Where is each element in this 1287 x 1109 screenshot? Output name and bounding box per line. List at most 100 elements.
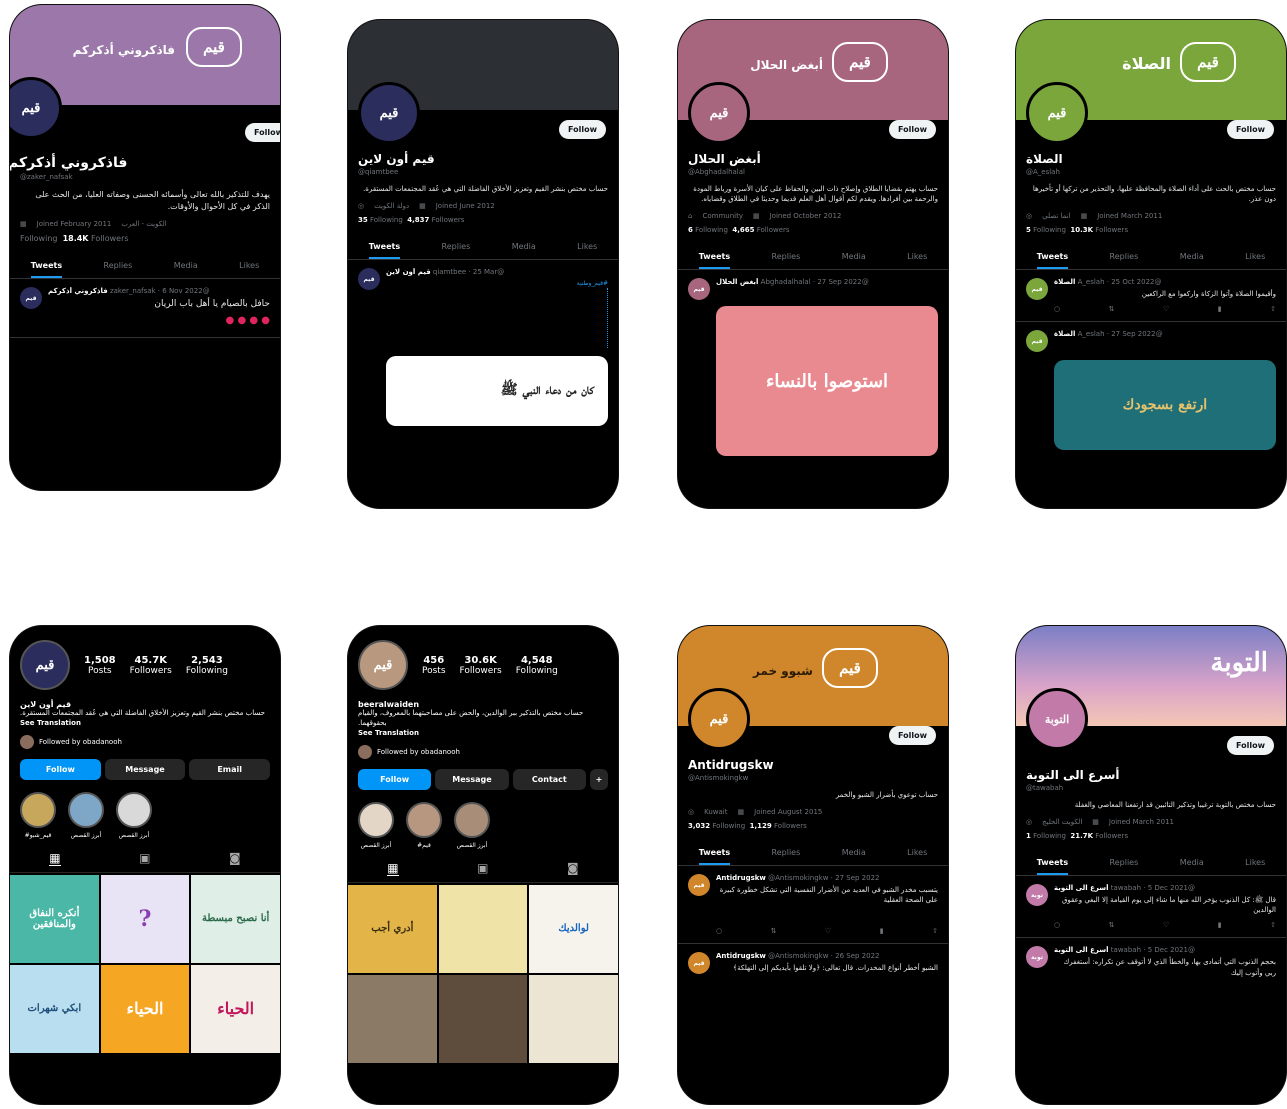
tweet-avatar: قيم bbox=[1026, 330, 1048, 353]
views-icon[interactable]: ▮ bbox=[880, 927, 884, 935]
tweet-item[interactable]: قيم @zaker_nafsak · 6 Nov 2022 فاذكروني … bbox=[10, 279, 280, 338]
banner-text: شبوو خمر bbox=[752, 664, 813, 678]
highlight-item[interactable]: #قيم bbox=[406, 801, 442, 849]
share-icon[interactable]: ⇧ bbox=[1270, 921, 1276, 929]
retweet-icon[interactable]: ⇅ bbox=[1109, 305, 1115, 313]
tab-replies[interactable]: Replies bbox=[1110, 246, 1139, 269]
tab-media[interactable]: Media bbox=[512, 236, 536, 259]
tweet-item[interactable]: توبة @tawabah · 5 Dec 2021 أسرع الى التو… bbox=[1016, 938, 1286, 985]
profile-bio: يهدف للتذكير بالله تعالى وأسمائه الحسنى … bbox=[35, 190, 270, 211]
email-button[interactable]: Email bbox=[189, 758, 271, 780]
tab-tweets[interactable]: Tweets bbox=[30, 255, 63, 279]
post-thumbnail[interactable]: ابكي شهرات bbox=[10, 964, 99, 1053]
tab-media[interactable]: Media bbox=[842, 246, 866, 269]
tweet-item[interactable]: قيم @Abghadalhalal · 27 Sep 2022 أبغض ال… bbox=[678, 270, 948, 464]
tab-replies[interactable]: Replies bbox=[772, 842, 801, 865]
profile-meta: ◎ دولة الكويت ▦ Joined June 2012 bbox=[358, 202, 608, 210]
share-icon[interactable]: ⇧ bbox=[932, 927, 938, 935]
reply-icon[interactable]: ○ bbox=[716, 927, 722, 935]
tweet-actions: ○ ⇅ ♡ ▮ ⇧ bbox=[716, 927, 938, 935]
views-icon[interactable]: ▮ bbox=[1218, 921, 1222, 929]
post-thumbnail[interactable]: أنكره النفاق والمنافقين bbox=[10, 874, 99, 963]
tab-likes[interactable]: Likes bbox=[907, 246, 927, 269]
post-thumbnail[interactable] bbox=[348, 974, 437, 1063]
tab-likes[interactable]: Likes bbox=[907, 842, 927, 865]
reels-icon[interactable]: ▣ bbox=[477, 861, 488, 876]
post-thumbnail[interactable]: الحياء bbox=[191, 964, 280, 1053]
reply-icon[interactable]: ○ bbox=[1054, 921, 1060, 929]
tweet-item[interactable]: قيم Antidrugskw @Antismokingkw · 26 Sep … bbox=[678, 944, 948, 982]
tweet-item[interactable]: قيم @A_eslah · 25 Oct 2022 الصلاة وأقيمو… bbox=[1016, 270, 1286, 323]
tab-replies[interactable]: Replies bbox=[1110, 852, 1139, 875]
reels-icon[interactable]: ▣ bbox=[139, 851, 150, 866]
highlight-item[interactable]: أبرز القصص bbox=[454, 801, 490, 849]
story-highlights: أبرز القصص #قيم أبرز القصص bbox=[358, 801, 608, 849]
post-thumbnail[interactable] bbox=[438, 974, 528, 1063]
tweet-avatar: قيم bbox=[688, 952, 710, 975]
tab-replies[interactable]: Replies bbox=[104, 255, 133, 278]
grid-icon[interactable]: ▦ bbox=[387, 861, 399, 876]
tab-likes[interactable]: Likes bbox=[239, 255, 259, 278]
heart-icon: ● ● ● ● bbox=[225, 315, 270, 327]
message-button[interactable]: Message bbox=[104, 758, 186, 780]
post-thumbnail[interactable]: أنا نصبح مبسطة bbox=[191, 874, 280, 963]
follow-button[interactable]: Follow bbox=[358, 768, 432, 790]
post-thumbnail[interactable]: ? bbox=[100, 874, 190, 963]
tab-tweets[interactable]: Tweets bbox=[698, 842, 731, 866]
reply-icon[interactable]: ○ bbox=[1054, 305, 1060, 313]
tab-media[interactable]: Media bbox=[1180, 246, 1204, 269]
views-icon[interactable]: ▮ bbox=[1218, 305, 1222, 313]
post-thumbnail[interactable]: أدري أجب bbox=[348, 884, 437, 973]
see-translation-link[interactable]: See Translation bbox=[20, 719, 270, 727]
tab-likes[interactable]: Likes bbox=[1245, 246, 1265, 269]
like-icon[interactable]: ♡ bbox=[1163, 305, 1169, 313]
highlight-item[interactable]: أبرز القصص bbox=[358, 801, 394, 849]
share-icon[interactable]: ⇧ bbox=[1270, 305, 1276, 313]
like-icon[interactable]: ♡ bbox=[1163, 921, 1169, 929]
profile-handle: @zaker_nafsak bbox=[20, 173, 73, 181]
tweet-media[interactable]: استوصوا بالنساء bbox=[716, 306, 938, 457]
tab-replies[interactable]: Replies bbox=[772, 246, 801, 269]
see-translation-link[interactable]: See Translation bbox=[358, 729, 608, 737]
post-thumbnail[interactable] bbox=[438, 884, 528, 973]
tab-replies[interactable]: Replies bbox=[442, 236, 471, 259]
add-user-icon[interactable]: + bbox=[589, 768, 608, 790]
tagged-icon[interactable]: ◙ bbox=[229, 851, 241, 866]
follow-button[interactable]: Follow bbox=[20, 758, 101, 780]
retweet-icon[interactable]: ⇅ bbox=[771, 927, 777, 935]
tweet-text: الشبو أخطر أنواع المخدرات. قال تعالى: ﴿و… bbox=[733, 964, 938, 973]
post-thumbnail[interactable]: لوالديك bbox=[529, 884, 618, 973]
contact-button[interactable]: Contact bbox=[512, 768, 586, 790]
tweet-media[interactable]: ارتفع بسجودك bbox=[1054, 360, 1276, 451]
tweet-item[interactable]: قيم @qiamtbee · 25 Mar قيم أون لاين #قيم… bbox=[348, 260, 618, 434]
tab-likes[interactable]: Likes bbox=[1245, 852, 1265, 875]
tweet-item[interactable]: قيم @A_eslah · 27 Sep 2022 الصلاة ارتفع … bbox=[1016, 322, 1286, 458]
post-thumbnail[interactable] bbox=[529, 974, 618, 1063]
tab-media[interactable]: Media bbox=[1180, 852, 1204, 875]
highlight-item[interactable]: أبرز القصص bbox=[116, 791, 152, 839]
tweet-media[interactable]: كان من دعاء النبي ﷺ bbox=[386, 356, 608, 427]
highlight-item[interactable]: أبرز القصص bbox=[68, 791, 104, 839]
tab-likes[interactable]: Likes bbox=[577, 236, 597, 259]
tab-tweets[interactable]: Tweets bbox=[1036, 852, 1069, 876]
profile-meta: ▦ Joined February 2011 الكويت - العرب bbox=[20, 220, 270, 228]
tab-media[interactable]: Media bbox=[174, 255, 198, 278]
tweet-item[interactable]: توبة @tawabah · 5 Dec 2021 أسرع الى التو… bbox=[1016, 876, 1286, 939]
grid-icon[interactable]: ▦ bbox=[49, 851, 61, 866]
tab-tweets[interactable]: Tweets bbox=[698, 246, 731, 270]
tab-tweets[interactable]: Tweets bbox=[1036, 246, 1069, 270]
tweet-header: Antidrugskw @Antismokingkw · 27 Sep 2022 bbox=[716, 874, 880, 883]
tweet-header: @tawabah · 5 Dec 2021 أسرع الى التوبة bbox=[1054, 946, 1195, 955]
retweet-icon[interactable]: ⇅ bbox=[1109, 921, 1115, 929]
tagged-icon[interactable]: ◙ bbox=[567, 861, 579, 876]
tweet-item[interactable]: قيم Antidrugskw @Antismokingkw · 27 Sep … bbox=[678, 866, 948, 945]
like-icon[interactable]: ♡ bbox=[825, 927, 831, 935]
highlight-item[interactable]: #قيم_شبو bbox=[20, 791, 56, 839]
profile-handle: @Antismokingkw bbox=[688, 774, 749, 782]
post-thumbnail[interactable]: الحياء bbox=[100, 964, 190, 1053]
tab-media[interactable]: Media bbox=[842, 842, 866, 865]
tab-tweets[interactable]: Tweets bbox=[368, 236, 401, 260]
profile-name: Antidrugskw bbox=[688, 758, 774, 772]
message-button[interactable]: Message bbox=[435, 768, 509, 790]
tweet-text: وأقيموا الصلاة وآتوا الزكاة واركعوا مع ا… bbox=[1141, 290, 1276, 299]
